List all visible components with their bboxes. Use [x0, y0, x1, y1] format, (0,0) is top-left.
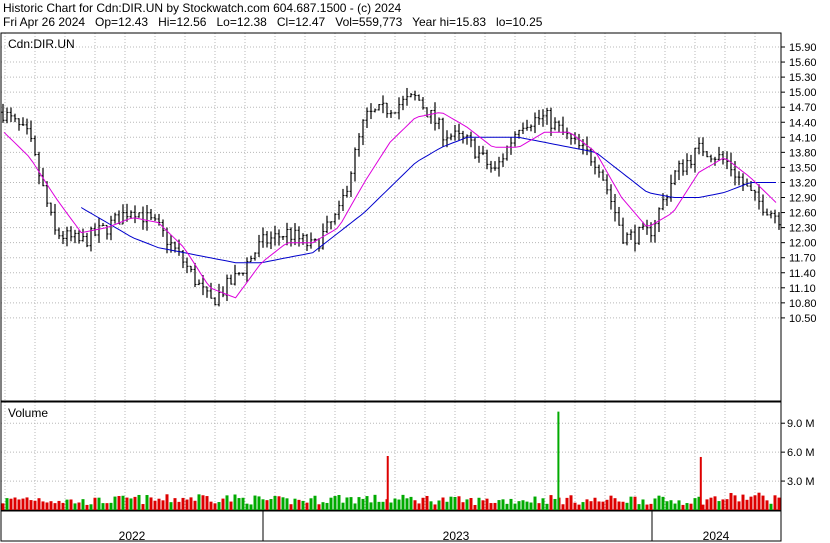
- price-tick-label: 13.50: [789, 162, 817, 174]
- price-tick-label: 12.60: [789, 208, 817, 220]
- volume-tick-label: 9.0 M: [787, 418, 815, 430]
- price-tick-label: 14.10: [789, 132, 817, 144]
- volume-label: Volume: [8, 406, 48, 420]
- year-label: 2023: [443, 529, 470, 543]
- price-tick-label: 11.10: [789, 283, 816, 295]
- volume-tick-label: 6.0 M: [787, 447, 815, 459]
- price-axis: 15.90 15.60 15.30 15.00 14.70 14.40 14.10 13.80…: [781, 42, 817, 325]
- stock-chart-window: Historic Chart for Cdn:DIR.UN by Stockwa…: [0, 0, 830, 543]
- date-axis: 2022 2023 2024: [119, 511, 730, 543]
- price-tick-label: 11.40: [789, 268, 816, 280]
- price-tick-label: 15.00: [789, 87, 817, 99]
- price-tick-label: 15.60: [789, 57, 817, 69]
- volume-axis: 9.0 M 6.0 M 3.0 M: [781, 418, 815, 488]
- price-tick-label: 15.90: [789, 42, 817, 54]
- price-panel-frame: [0, 32, 782, 402]
- price-tick-label: 15.30: [789, 72, 817, 84]
- price-tick-label: 10.80: [789, 298, 817, 310]
- grid-lines: [1, 33, 781, 510]
- price-tick-label: 14.70: [789, 102, 817, 114]
- price-tick-label: 13.80: [789, 147, 817, 159]
- price-tick-label: 13.20: [789, 177, 817, 189]
- price-tick-label: 12.30: [789, 223, 817, 235]
- price-tick-label: 11.70: [789, 253, 816, 265]
- price-tick-label: 10.50: [789, 313, 817, 325]
- year-label: 2024: [703, 529, 730, 543]
- price-tick-label: 12.90: [789, 193, 817, 205]
- volume-tick-label: 3.0 M: [787, 476, 815, 488]
- volume-panel-frame: [0, 401, 782, 511]
- symbol-label: Cdn:DIR.UN: [8, 37, 75, 51]
- chart-canvas: Cdn:DIR.UN Volume 15.90 15.60 15.30 15.00 14…: [0, 32, 817, 543]
- price-tick-label: 12.00: [789, 238, 817, 250]
- short-moving-average-line: [3, 112, 777, 299]
- price-tick-label: 14.40: [789, 117, 817, 129]
- volume-bars: [1, 411, 781, 510]
- year-label: 2022: [119, 529, 146, 543]
